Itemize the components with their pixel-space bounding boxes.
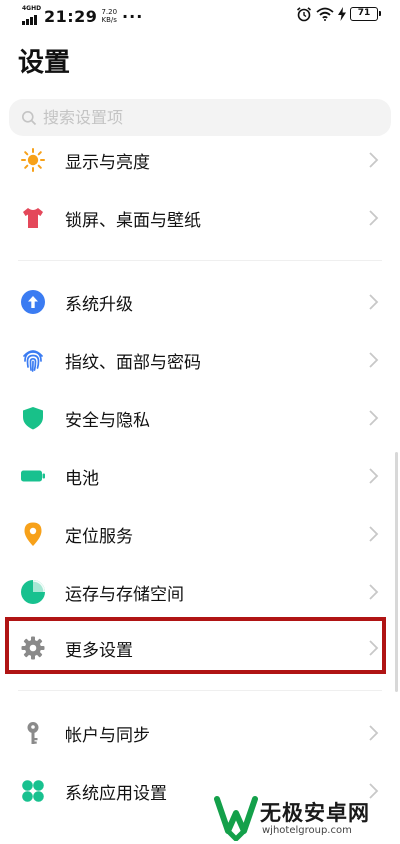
- status-left: 4GHD 21:29 7.20 KB/s ···: [22, 5, 144, 26]
- watermark-url: wjhotelgroup.com: [262, 825, 352, 836]
- settings-item-label: 定位服务: [65, 526, 133, 547]
- network-speed-unit: KB/s: [101, 16, 117, 24]
- chevron-right-icon: [369, 210, 379, 226]
- charging-icon: [338, 7, 346, 21]
- battery-level: 71: [357, 8, 371, 18]
- chevron-right-icon: [369, 410, 379, 426]
- scrollbar[interactable]: [395, 452, 398, 692]
- settings-item-label: 运存与存储空间: [65, 584, 184, 605]
- fingerprint-icon: [20, 347, 46, 373]
- battery-icon: 71: [350, 7, 381, 21]
- settings-item-lockscreen-wallpaper[interactable]: 锁屏、桌面与壁纸: [0, 190, 400, 246]
- chevron-right-icon: [369, 352, 379, 368]
- settings-item-label: 系统升级: [65, 294, 133, 315]
- chevron-right-icon: [369, 584, 379, 600]
- upgrade-icon: [20, 289, 46, 315]
- settings-item-label: 显示与亮度: [65, 152, 150, 173]
- settings-item-accounts-sync[interactable]: 帐户与同步: [0, 705, 400, 761]
- chevron-right-icon: [369, 294, 379, 310]
- network-speed-value: 7.20: [101, 8, 118, 16]
- settings-item-label: 指纹、面部与密码: [65, 352, 201, 373]
- key-icon: [20, 720, 46, 746]
- group-divider: [18, 260, 382, 261]
- settings-item-system-upgrade[interactable]: 系统升级: [0, 274, 400, 330]
- settings-item-label: 锁屏、桌面与壁纸: [65, 210, 201, 231]
- settings-item-battery[interactable]: 电池: [0, 448, 400, 504]
- search-input[interactable]: [43, 108, 343, 127]
- network-type: 4GHD: [22, 5, 42, 12]
- more-notifications: ···: [122, 6, 144, 26]
- settings-item-location[interactable]: 定位服务: [0, 506, 400, 562]
- alarm-icon: [296, 7, 312, 22]
- search-bar[interactable]: [9, 99, 391, 136]
- page-title: 设置: [18, 48, 71, 78]
- chevron-right-icon: [369, 468, 379, 484]
- tshirt-icon: [20, 205, 46, 231]
- settings-item-display-brightness[interactable]: 显示与亮度: [0, 132, 400, 188]
- settings-item-label: 安全与隐私: [65, 410, 150, 431]
- group-divider: [18, 690, 382, 691]
- highlight-box: [5, 617, 386, 674]
- signal-icon: 4GHD: [22, 5, 42, 26]
- status-bar: 4GHD 21:29 7.20 KB/s ··· 71: [0, 0, 400, 34]
- search-icon: [22, 110, 37, 125]
- wifi-icon: [316, 7, 334, 21]
- location-pin-icon: [20, 521, 46, 547]
- battery-setting-icon: [20, 463, 46, 489]
- chevron-right-icon: [369, 725, 379, 741]
- settings-item-security-privacy[interactable]: 安全与隐私: [0, 390, 400, 446]
- network-speed: 7.20 KB/s: [101, 8, 117, 24]
- clock: 21:29: [44, 6, 98, 26]
- sun-icon: [20, 147, 46, 173]
- status-right: 71: [296, 6, 381, 22]
- settings-item-fingerprint-face-password[interactable]: 指纹、面部与密码: [0, 332, 400, 388]
- settings-item-label: 电池: [65, 468, 99, 489]
- settings-item-label: 系统应用设置: [65, 783, 167, 804]
- chevron-right-icon: [369, 526, 379, 542]
- apps-grid-icon: [20, 778, 46, 804]
- watermark: 无极安卓网 wjhotelgroup.com: [214, 795, 394, 843]
- settings-item-memory-storage[interactable]: 运存与存储空间: [0, 564, 400, 620]
- shield-icon: [20, 405, 46, 431]
- watermark-logo-icon: [214, 796, 258, 841]
- storage-pie-icon: [20, 579, 46, 605]
- watermark-title: 无极安卓网: [260, 801, 370, 825]
- settings-item-label: 帐户与同步: [65, 725, 150, 746]
- chevron-right-icon: [369, 152, 379, 168]
